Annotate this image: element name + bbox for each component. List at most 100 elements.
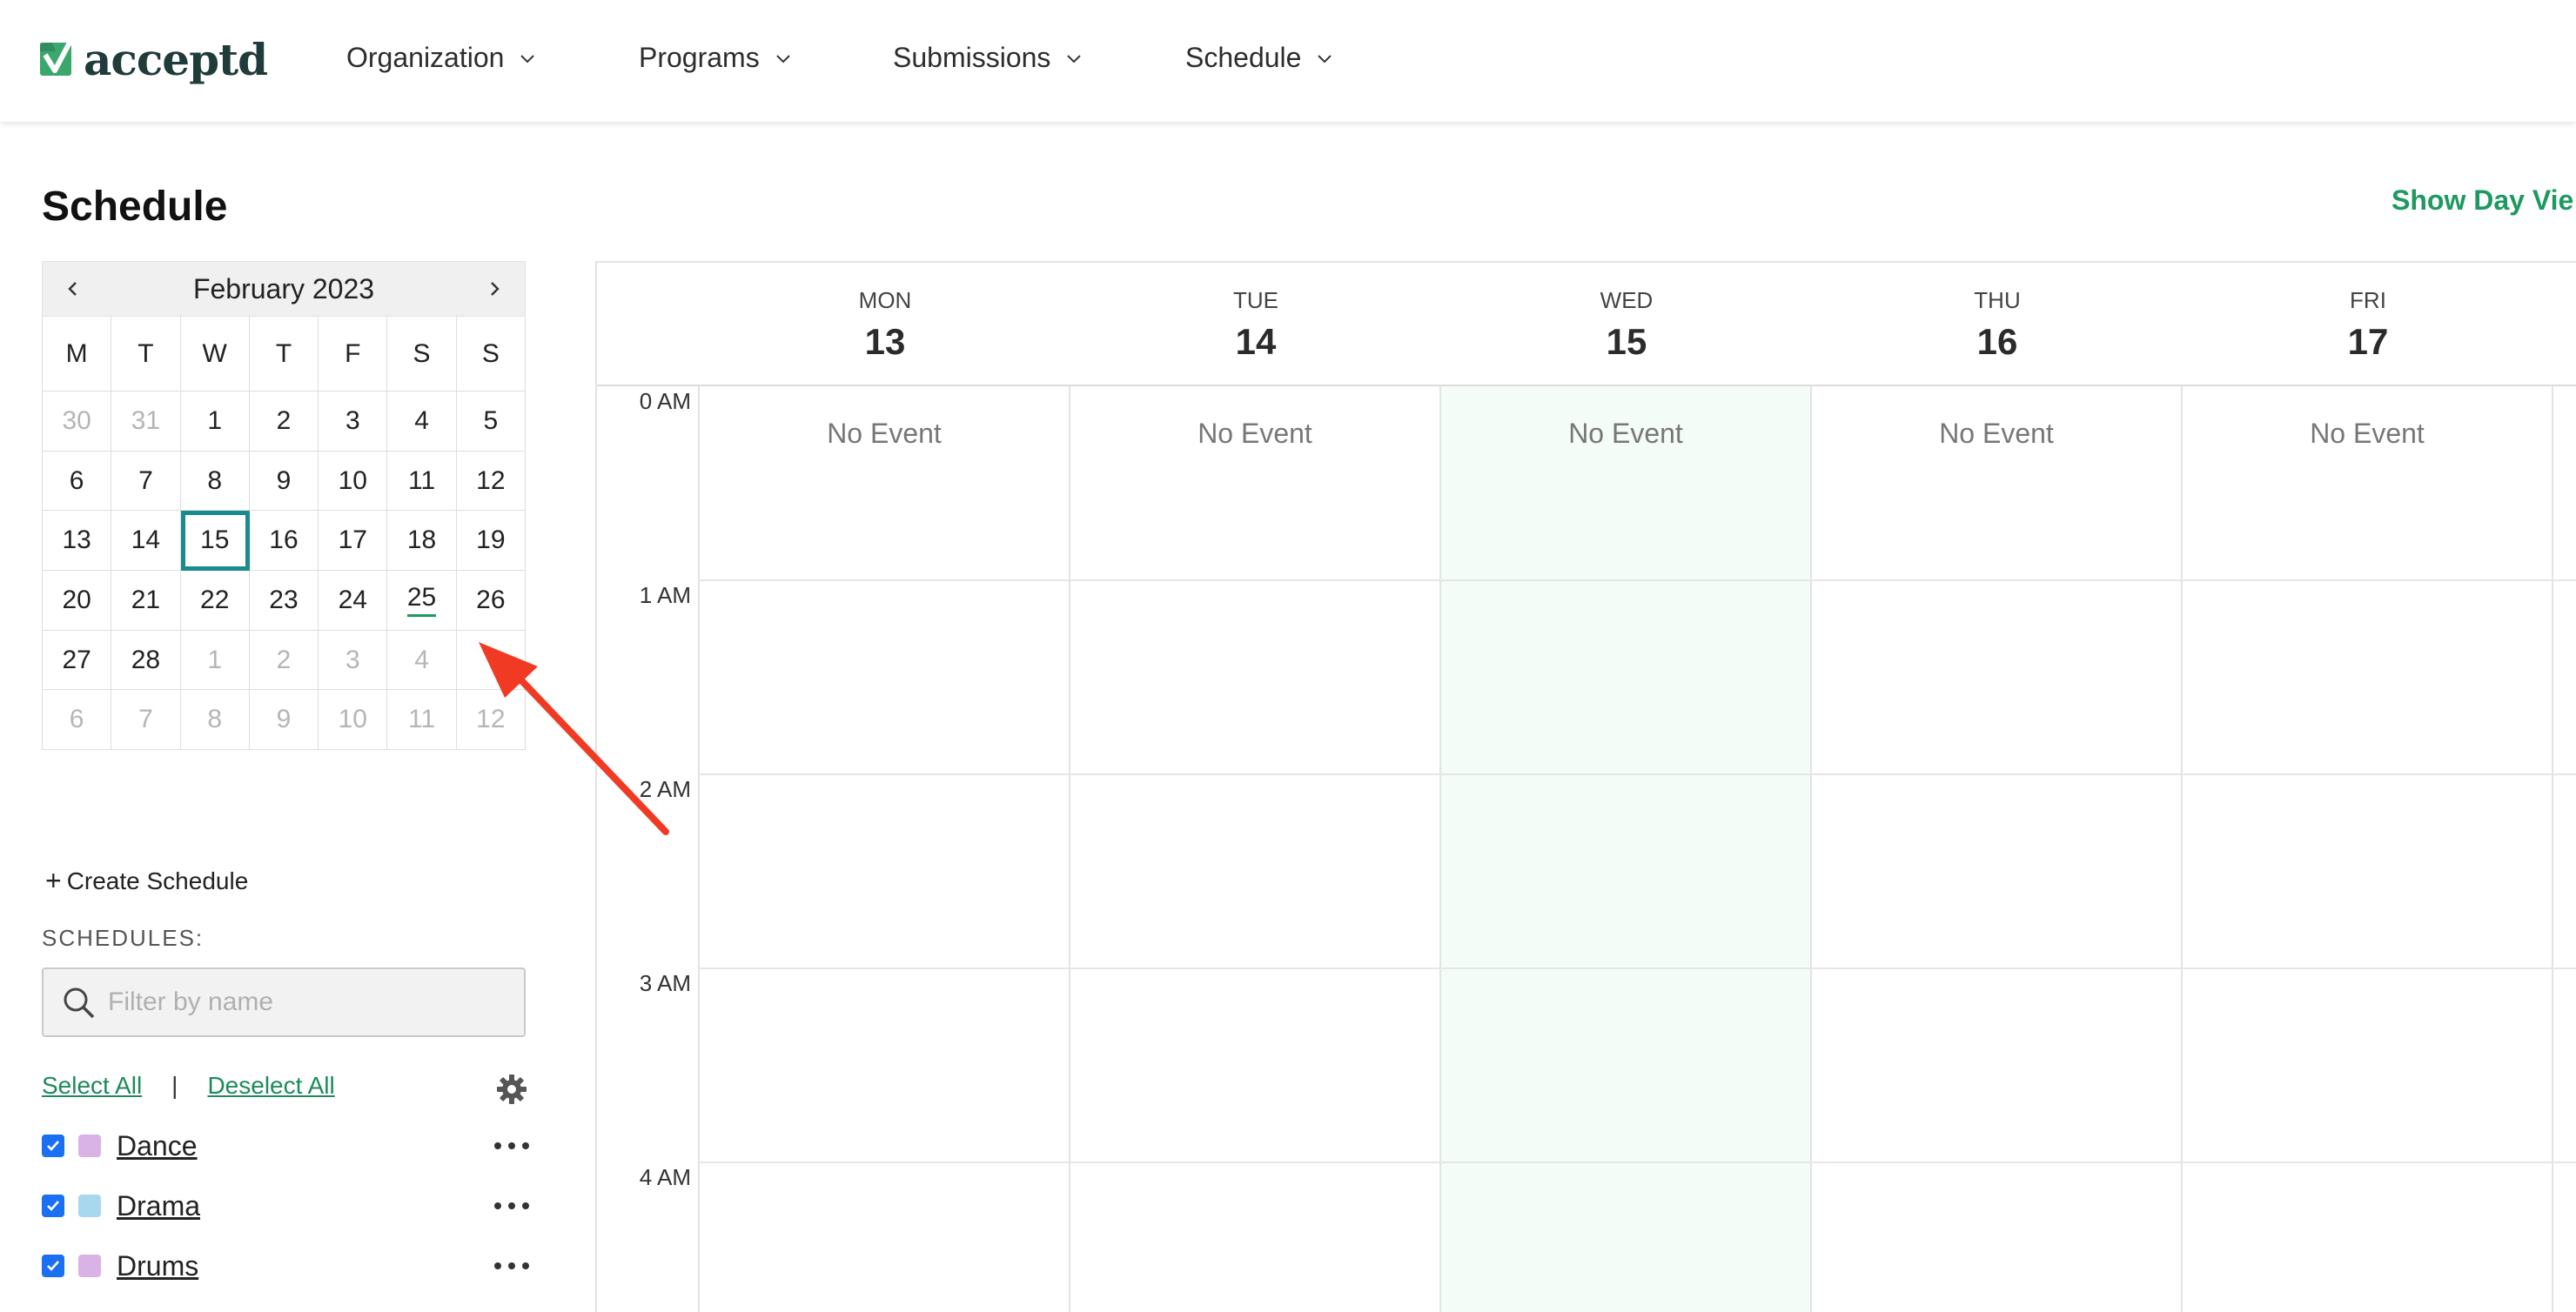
hour-label: 1 AM <box>639 582 691 608</box>
day-header-thu[interactable]: THU 16 <box>1812 263 2183 386</box>
no-event-label: No Event <box>1197 418 1312 449</box>
select-all-link[interactable]: Select All <box>42 1072 142 1100</box>
schedule-name-link[interactable]: Dance <box>117 1130 198 1162</box>
deselect-all-link[interactable]: Deselect All <box>207 1072 334 1100</box>
day-column-tue[interactable]: No Event <box>1070 386 1441 1312</box>
calendar-day-number: 5 <box>483 405 499 435</box>
filter-by-name-input[interactable] <box>108 987 508 1017</box>
calendar-day-cell[interactable]: 31 <box>111 392 181 452</box>
more-options-icon[interactable] <box>494 1192 529 1220</box>
calendar-day-cell[interactable]: 19 <box>456 511 526 572</box>
calendar-day-cell[interactable]: 17 <box>319 511 388 572</box>
day-column-thu[interactable]: No Event <box>1812 386 2183 1312</box>
calendar-day-cell[interactable]: 9 <box>249 690 319 751</box>
calendar-day-cell[interactable]: 20 <box>43 571 112 631</box>
calendar-day-cell[interactable]: 30 <box>43 392 112 452</box>
calendar-day-cell[interactable]: 11 <box>387 451 457 512</box>
day-header-tue[interactable]: TUE 14 <box>1070 263 1441 386</box>
day-header-wed[interactable]: WED 15 <box>1441 263 1812 386</box>
calendar-day-cell[interactable]: 24 <box>319 571 388 631</box>
calendar-day-cell[interactable]: 12 <box>456 690 526 751</box>
day-header-fri[interactable]: FRI 17 <box>2183 263 2553 386</box>
calendar-day-cell[interactable]: 3 <box>319 630 388 691</box>
day-header-mon[interactable]: MON 13 <box>700 263 1070 386</box>
calendar-day-cell[interactable]: 8 <box>180 690 250 751</box>
calendar-day-cell[interactable]: 28 <box>111 630 181 691</box>
weekday-header: F <box>319 317 388 392</box>
weekday-header: M <box>43 317 112 392</box>
day-column-mon[interactable]: No Event <box>700 386 1070 1312</box>
calendar-day-cell[interactable]: 22 <box>180 571 250 631</box>
calendar-day-cell[interactable]: 4 <box>387 392 457 452</box>
more-options-icon[interactable] <box>494 1252 529 1280</box>
hour-label: 3 AM <box>639 970 691 996</box>
chevron-right-icon <box>491 282 500 296</box>
calendar-day-number: 2 <box>276 645 292 674</box>
calendar-day-number: 25 <box>406 583 437 618</box>
calendar-day-cell[interactable]: 1 <box>180 392 250 452</box>
acceptd-logo[interactable]: acceptd <box>40 33 268 85</box>
calendar-day-cell[interactable]: 13 <box>43 511 112 572</box>
mini-calendar: February 2023 M T W T F S S 30 31 1 2 3 4 5 6 7 8 9 10 11 12… <box>42 261 526 751</box>
gear-icon[interactable] <box>496 1074 527 1105</box>
calendar-day-cell[interactable]: 6 <box>43 690 112 751</box>
day-column-wed-today[interactable]: No Event <box>1441 386 1812 1312</box>
calendar-day-cell[interactable] <box>456 630 526 691</box>
calendar-day-cell[interactable]: 4 <box>387 630 457 691</box>
calendar-day-cell[interactable]: 3 <box>319 392 388 452</box>
day-of-week: FRI <box>2350 287 2386 313</box>
nav-programs[interactable]: Programs <box>639 42 793 74</box>
nav-organization[interactable]: Organization <box>346 42 537 74</box>
schedule-checkbox[interactable] <box>42 1255 64 1277</box>
calendar-day-cell[interactable]: 27 <box>43 630 112 691</box>
day-number: 14 <box>1235 321 1277 362</box>
calendar-day-cell[interactable]: 10 <box>319 451 388 512</box>
chevron-down-icon <box>1318 54 1332 63</box>
no-event-label: No Event <box>827 418 942 449</box>
calendar-day-number: 3 <box>345 405 360 435</box>
schedule-color-swatch <box>78 1255 101 1277</box>
create-schedule-button[interactable]: + Create Schedule <box>45 865 248 897</box>
calendar-day-cell[interactable]: 2 <box>249 630 319 691</box>
calendar-day-cell[interactable]: 5 <box>456 392 526 452</box>
chevron-down-icon <box>1067 54 1082 63</box>
calendar-day-cell[interactable]: 2 <box>249 392 319 452</box>
schedule-checkbox[interactable] <box>42 1195 64 1217</box>
nav-schedule[interactable]: Schedule <box>1185 42 1334 74</box>
calendar-day-number: 2 <box>276 405 292 435</box>
calendar-day-cell[interactable]: 6 <box>43 451 112 512</box>
schedule-name-link[interactable]: Drums <box>117 1250 198 1282</box>
create-schedule-label: Create Schedule <box>66 867 249 894</box>
mini-calendar-month-label: February 2023 <box>192 272 375 305</box>
calendar-day-cell[interactable]: 14 <box>111 511 181 572</box>
calendar-day-cell[interactable]: 21 <box>111 571 181 631</box>
calendar-day-cell[interactable]: 7 <box>111 690 181 751</box>
calendar-day-cell[interactable]: 23 <box>249 571 319 631</box>
calendar-day-cell[interactable]: 10 <box>319 690 388 751</box>
nav-submissions[interactable]: Submissions <box>893 42 1083 74</box>
previous-month-button[interactable] <box>60 276 86 302</box>
calendar-day-cell[interactable]: 8 <box>180 451 250 512</box>
calendar-day-number: 7 <box>138 705 153 734</box>
calendar-day-cell[interactable]: 15 <box>180 511 250 572</box>
calendar-day-cell[interactable]: 12 <box>456 451 526 512</box>
calendar-day-cell[interactable]: 25 <box>387 571 457 631</box>
schedule-checkbox[interactable] <box>42 1135 64 1157</box>
day-column-fri[interactable]: No Event <box>2183 386 2553 1312</box>
weekday-header: T <box>111 317 181 392</box>
weekday-header: T <box>249 317 319 392</box>
calendar-day-cell[interactable]: 1 <box>180 630 250 691</box>
calendar-day-cell[interactable]: 18 <box>387 511 457 572</box>
more-options-icon[interactable] <box>494 1132 529 1160</box>
calendar-day-cell[interactable]: 7 <box>111 451 181 512</box>
calendar-day-cell[interactable]: 26 <box>456 571 526 631</box>
next-month-button[interactable] <box>481 276 507 302</box>
show-day-view-link[interactable]: Show Day Vie <box>2392 184 2573 217</box>
nav-schedule-label: Schedule <box>1185 42 1302 73</box>
calendar-day-cell[interactable]: 16 <box>249 511 319 572</box>
calendar-day-cell[interactable]: 9 <box>249 451 319 512</box>
week-calendar: MON 13 TUE 14 WED 15 THU 16 FRI 17 0 AM … <box>595 261 2576 1312</box>
schedule-name-link[interactable]: Drama <box>117 1190 200 1222</box>
day-column-sat-partial[interactable] <box>2553 386 2576 1312</box>
calendar-day-cell[interactable]: 11 <box>387 690 457 751</box>
